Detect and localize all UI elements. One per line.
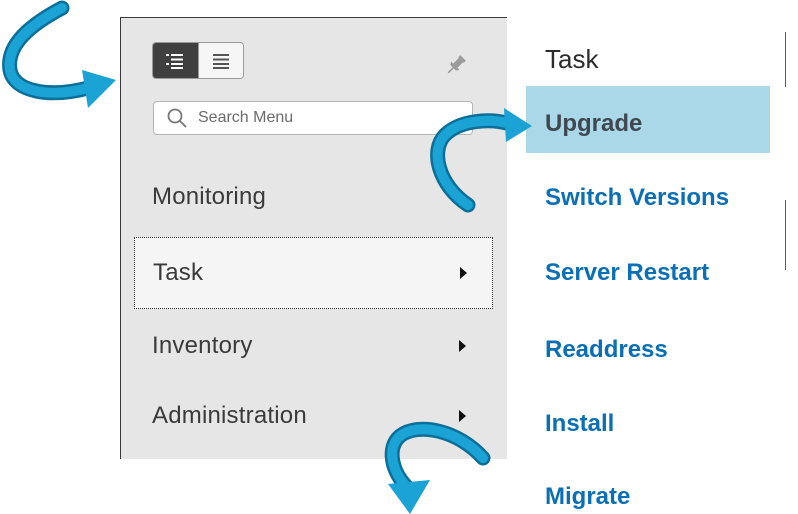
- menu-item-label: Administration: [152, 402, 307, 429]
- submenu-title: Task: [545, 44, 599, 74]
- menu-item-task[interactable]: Task: [134, 237, 493, 309]
- menu-item-label: Task: [153, 259, 204, 286]
- list-view-button[interactable]: [153, 43, 198, 78]
- pin-icon[interactable]: [443, 52, 469, 78]
- submenu-item-server-restart[interactable]: Server Restart: [545, 259, 709, 287]
- annotation-arrow-icon: [430, 108, 532, 213]
- submenu-item-install[interactable]: Install: [545, 410, 614, 438]
- menu-item-inventory[interactable]: Inventory: [121, 310, 507, 382]
- annotation-arrow-icon: [2, 0, 116, 108]
- edge-divider: [785, 200, 786, 270]
- submenu-item-migrate[interactable]: Migrate: [545, 483, 630, 511]
- list-view-icon: [166, 53, 184, 69]
- submenu-item-upgrade[interactable]: Upgrade: [545, 110, 642, 138]
- chevron-right-icon: [460, 267, 467, 279]
- submenu-item-switch-versions[interactable]: Switch Versions: [545, 184, 729, 212]
- search-icon: [167, 108, 187, 128]
- chevron-right-icon: [459, 340, 466, 352]
- menu-item-label: Inventory: [152, 332, 253, 359]
- edge-divider: [785, 32, 786, 87]
- navigation-menu: Monitoring Task Inventory Administration: [120, 17, 507, 459]
- view-toggle: [152, 42, 244, 79]
- menu-item-label: Monitoring: [152, 183, 267, 210]
- submenu-item-readdress[interactable]: Readdress: [545, 336, 668, 364]
- annotation-arrow-icon: [384, 421, 491, 514]
- task-submenu: Task Upgrade Switch Versions Server Rest…: [512, 17, 782, 514]
- compact-list-icon: [212, 53, 229, 69]
- compact-view-button[interactable]: [197, 43, 243, 78]
